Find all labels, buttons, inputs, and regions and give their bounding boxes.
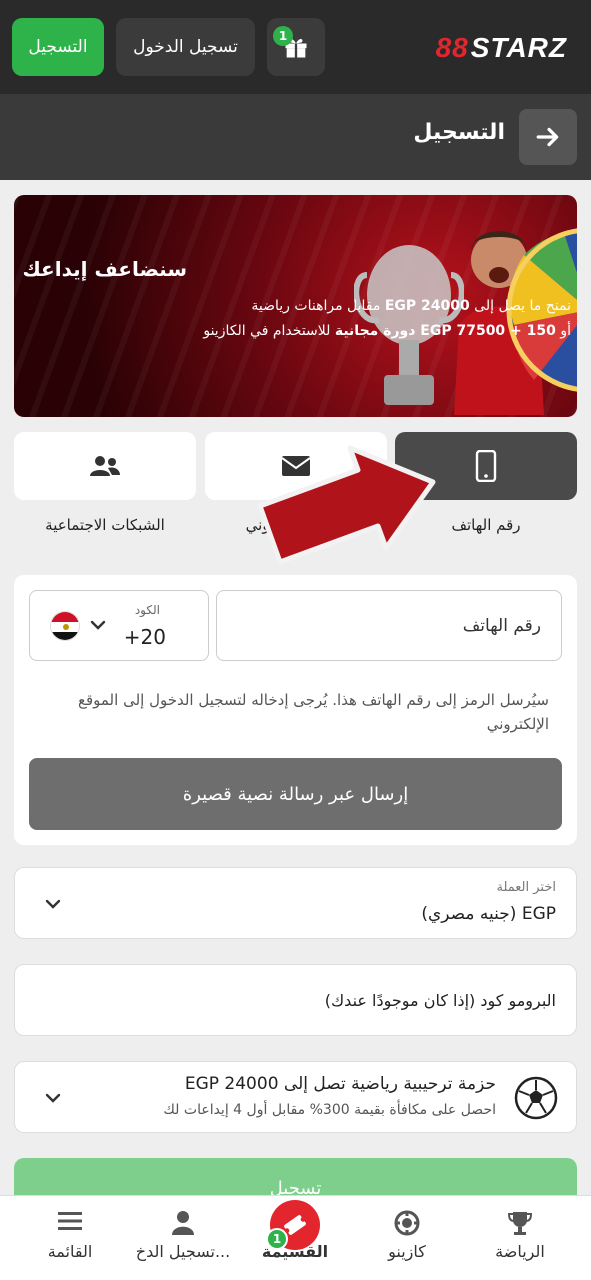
phone-input[interactable] <box>216 590 562 661</box>
code-value: +20 <box>123 625 166 649</box>
chevron-down-icon <box>90 620 106 630</box>
tab-social-label: الشبكات الاجتماعية <box>45 516 165 534</box>
promo-banner[interactable]: سنضاعف إيداعك نمنح ما يصل إلى EGP 24000 … <box>14 195 577 417</box>
nav-sports[interactable]: الرياضة <box>461 1196 579 1280</box>
banner-line-2: أو EGP 77500 + 150 دورة مجانية للاستخدام… <box>14 323 571 339</box>
nav-login[interactable]: تسجيل الدخ... <box>124 1196 242 1280</box>
bonus-select[interactable]: حزمة ترحيبية رياضية تصل إلى EGP 24000 اح… <box>14 1061 577 1133</box>
bonus-title: حزمة ترحيبية رياضية تصل إلى EGP 24000 <box>184 1074 496 1094</box>
logo-mark: 88 <box>435 32 469 63</box>
chevron-down-icon <box>45 899 61 909</box>
menu-icon <box>58 1212 82 1230</box>
banner-line1-pre: نمنح ما يصل إلى <box>469 298 571 314</box>
users-icon <box>90 456 120 476</box>
phone-icon <box>475 450 497 482</box>
promo-code-input[interactable] <box>14 964 577 1036</box>
banner-line2-pre: أو <box>555 323 571 339</box>
send-sms-button[interactable]: إرسال عبر رسالة نصية قصيرة <box>29 758 562 830</box>
page-title: التسجيل <box>413 120 505 145</box>
nav-menu[interactable]: القائمة <box>11 1196 129 1280</box>
nav-sports-label: الرياضة <box>495 1242 545 1261</box>
currency-select[interactable]: اختر العملة EGP (جنيه مصري) <box>14 867 577 939</box>
currency-label: اختر العملة <box>496 880 556 895</box>
pointer-arrow-overlay <box>257 445 436 565</box>
user-icon <box>172 1211 194 1235</box>
country-code-select[interactable]: الكود +20 <box>29 590 209 661</box>
nav-casino[interactable]: كازينو <box>348 1196 466 1280</box>
arrow-right-icon <box>536 127 559 147</box>
nav-casino-label: كازينو <box>388 1242 426 1261</box>
banner-line1-post: مقابل مراهنات رياضية <box>251 298 385 314</box>
banner-line2-bold: دورة مجانية <box>334 323 421 339</box>
banner-headline: سنضاعف إيداعك <box>22 257 187 281</box>
nav-menu-label: القائمة <box>47 1242 93 1261</box>
gift-button[interactable]: 1 <box>267 18 325 76</box>
register-button[interactable]: التسجيل <box>12 18 104 76</box>
casino-chip-icon <box>394 1210 420 1236</box>
title-bar: التسجيل <box>0 94 591 180</box>
soccer-ball-icon <box>514 1076 558 1120</box>
trophy-icon <box>507 1212 533 1235</box>
login-button[interactable]: تسجيل الدخول <box>116 18 255 76</box>
logo-text: STARZ <box>470 32 567 63</box>
banner-line2-amount: EGP 77500 + 150 <box>420 323 556 339</box>
phone-form-card: الكود +20 سيُرسل الرمز إلى رقم الهاتف هذ… <box>14 575 577 845</box>
brand-logo[interactable]: 88 STARZ <box>436 28 567 68</box>
nav-login-label: تسجيل الدخ... <box>135 1242 231 1261</box>
currency-value: EGP (جنيه مصري) <box>421 904 556 924</box>
tab-social[interactable] <box>14 432 196 500</box>
coupon-badge: 1 <box>266 1228 288 1250</box>
top-header: التسجيل تسجيل الدخول 1 88 STARZ <box>0 0 591 94</box>
egypt-flag-icon <box>50 611 80 641</box>
chevron-down-icon <box>45 1093 61 1103</box>
back-button[interactable] <box>519 109 577 165</box>
banner-line2-post: للاستخدام في الكازينو <box>203 323 335 339</box>
gift-badge: 1 <box>273 26 293 46</box>
bonus-subtitle: احصل على مكافأة بقيمة 300% مقابل أول 4 إ… <box>163 1102 496 1118</box>
banner-line1-amount: EGP 24000 <box>384 298 470 314</box>
banner-line-1: نمنح ما يصل إلى EGP 24000 مقابل مراهنات … <box>14 298 571 314</box>
sms-info-text: سيُرسل الرمز إلى رقم الهاتف هذا. يُرجى إ… <box>77 691 549 733</box>
code-label: الكود <box>134 603 160 617</box>
